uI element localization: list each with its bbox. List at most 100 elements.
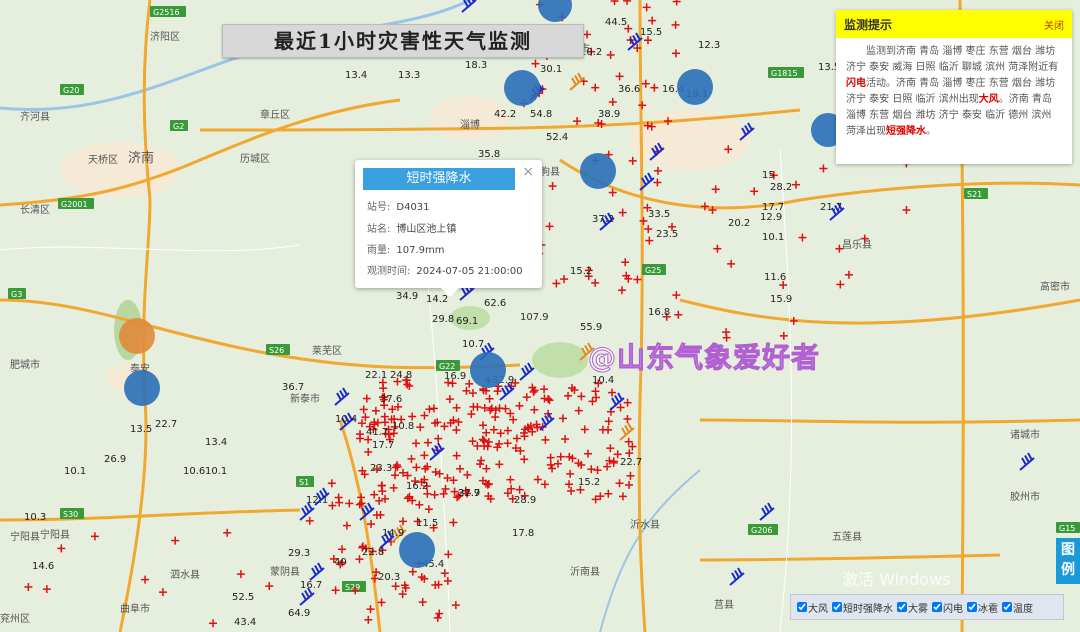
hail-marker[interactable] [399, 532, 435, 568]
legend-item-heavy-rain[interactable]: 短时强降水 [832, 600, 893, 615]
rainfall-value: 35.8 [478, 149, 500, 160]
station-name-value: 博山区池上镇 [396, 224, 457, 235]
legend-checkbox-temperature[interactable] [1002, 602, 1012, 612]
fog-marker[interactable] [119, 318, 155, 354]
rainfall-value: 16.9 [444, 371, 466, 382]
rainfall-value: 16.8 [648, 307, 670, 318]
rainfall-value: 15.9 [770, 294, 792, 305]
rainfall-value: 62.6 [484, 298, 506, 309]
rainfall-value: 10.7 [462, 339, 484, 350]
road-shield: G22 [436, 360, 460, 371]
rainfall-value: 10.1 [205, 466, 227, 477]
rainfall-value: 13.5 [130, 424, 152, 435]
station-name-label: 站名: [367, 224, 391, 235]
svg-text:G20: G20 [63, 86, 79, 95]
legend-item-lightning[interactable]: 闪电 [932, 600, 963, 615]
notice-close-button[interactable]: 关闭 [1044, 17, 1064, 32]
legend-item-hail[interactable]: 冰雹 [967, 600, 998, 615]
place-label: 宁阳县 [10, 530, 40, 543]
place-label: 宁阳县 [40, 528, 70, 541]
rainfall-value: 33.5 [648, 209, 670, 220]
legend-checkbox-lightning[interactable] [932, 602, 942, 612]
legend-item-temperature[interactable]: 温度 [1002, 600, 1033, 615]
rainfall-value: 17.7 [762, 202, 784, 213]
svg-text:S26: S26 [269, 346, 284, 355]
rainfall-value: 69.1 [456, 316, 478, 327]
legend-checkbox-heavy-rain[interactable] [832, 602, 842, 612]
rainfall-value: 10.1 [64, 466, 86, 477]
rainfall-value: 43.4 [234, 617, 256, 628]
rainfall-value: 37.6 [380, 394, 402, 405]
svg-text:G2: G2 [173, 122, 184, 131]
rainfall-value: 10.6 [183, 466, 205, 477]
road-shield: G1815 [768, 67, 804, 78]
svg-text:S21: S21 [967, 190, 982, 199]
rainfall-value: 12.3 [698, 40, 720, 51]
rainfall-value: 17.8 [512, 528, 534, 539]
popup-close-icon[interactable]: × [522, 164, 534, 180]
rainfall-value: 23.3 [370, 463, 392, 474]
place-label: 沂水县 [630, 518, 660, 531]
rainfall-value: 17.7 [372, 440, 394, 451]
place-label: 沂南县 [570, 565, 600, 578]
rainfall-value: 16.7 [300, 580, 322, 591]
road-shield: G3 [8, 288, 26, 299]
rainfall-value: 14.6 [32, 561, 54, 572]
notice-text-1: 监测到济南 青岛 淄博 枣庄 东营 烟台 潍坊 济宁 泰安 威海 日照 临沂 聊… [846, 46, 1059, 73]
place-label: 莱芜区 [312, 344, 342, 357]
place-label: 高密市 [1040, 280, 1070, 293]
hail-marker[interactable] [470, 352, 506, 388]
hail-marker[interactable] [677, 69, 713, 105]
svg-text:G2001: G2001 [61, 200, 88, 209]
popup-header: 短时强降水 [363, 168, 515, 190]
legend-label: 短时强降水 [843, 603, 893, 615]
rainfall-value: 14.9 [382, 528, 404, 539]
place-label: 五莲县 [832, 531, 862, 543]
hail-marker[interactable] [504, 70, 540, 106]
rainfall-value: 24.8 [390, 370, 412, 381]
rainfall-value: 15.2 [570, 266, 592, 277]
legend-checkbox-fog[interactable] [897, 602, 907, 612]
rainfall-value: 12.1 [306, 495, 328, 506]
rainfall-value: 37.2 [592, 214, 614, 225]
legend-label: 大风 [808, 603, 828, 615]
svg-text:G25: G25 [645, 266, 661, 275]
rainfall-value: 34.9 [396, 291, 418, 302]
place-label: 昌乐县 [842, 239, 872, 251]
station-id-value: D4031 [396, 202, 430, 213]
author-watermark: @山东气象爱好者 [587, 341, 821, 375]
legend-checkbox-hail[interactable] [967, 602, 977, 612]
rainfall-value: 15.5 [640, 27, 662, 38]
svg-text:G15: G15 [1059, 524, 1075, 533]
city-block [60, 142, 180, 198]
road-shield: S30 [60, 508, 84, 519]
hail-marker[interactable] [580, 153, 616, 189]
hail-marker[interactable] [124, 370, 160, 406]
legend-item-wind[interactable]: 大风 [797, 600, 828, 615]
rainfall-value: 18.3 [465, 60, 487, 71]
rainfall-value: 64.9 [288, 608, 310, 619]
place-label: 肥城市 [10, 358, 40, 371]
road-shield: G15 [1056, 522, 1080, 533]
legend-toggle-button[interactable]: 图例 [1056, 538, 1080, 584]
svg-text:G2516: G2516 [153, 8, 180, 17]
rainfall-value: 37.9 [458, 488, 480, 499]
popup-time: 观测时间: 2024-07-05 21:00:00 [367, 262, 523, 277]
rainfall-value: 22.7 [620, 457, 642, 468]
rainfall-value: 36.6 [618, 84, 640, 95]
time-value: 2024-07-05 21:00:00 [416, 266, 523, 277]
place-label: 新泰市 [290, 392, 320, 405]
place-label: 长清区 [20, 203, 50, 216]
legend-bar: 大风 短时强降水 大雾 闪电 冰雹 温度 [790, 594, 1064, 620]
rainfall-value: 41.7 [366, 427, 388, 438]
legend-label: 冰雹 [978, 603, 998, 615]
legend-label: 温度 [1013, 603, 1033, 615]
rainfall-value: 52.4 [546, 132, 568, 143]
place-label: 淄博 [460, 118, 480, 131]
rainfall-value: 52.5 [232, 592, 254, 603]
svg-text:S1: S1 [299, 478, 309, 487]
legend-checkbox-wind[interactable] [797, 602, 807, 612]
svg-text:S30: S30 [63, 510, 78, 519]
legend-item-fog[interactable]: 大雾 [897, 600, 928, 615]
rainfall-value: 107.9mm [396, 245, 445, 256]
